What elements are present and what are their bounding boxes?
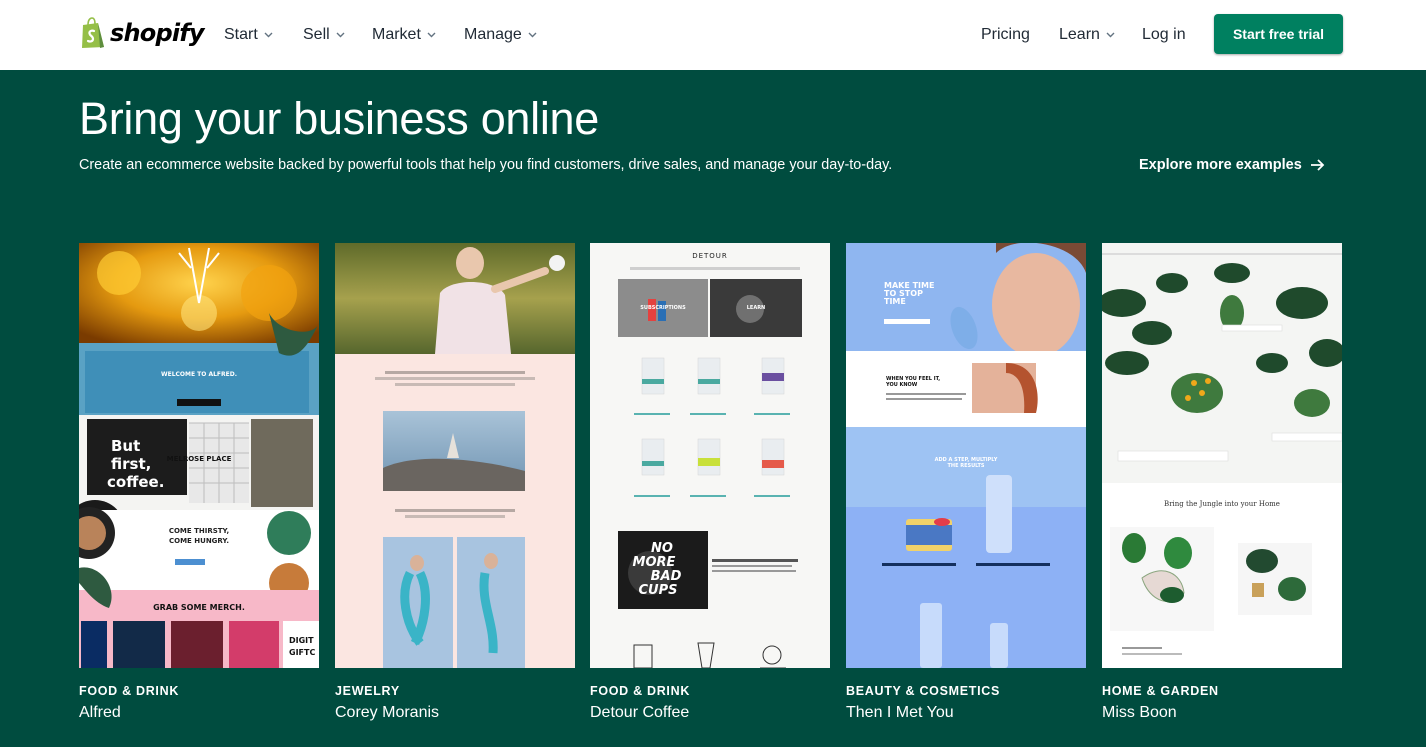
example-thumbnail[interactable]: Bring the Jungle into your Home [1102,243,1342,668]
nav-manage-label: Manage [464,26,522,43]
arrow-right-icon [1310,159,1325,171]
detour-cups-text: CUPS [639,583,678,598]
example-category: BEAUTY & COSMETICS [846,684,1001,698]
login-link[interactable]: Log in [1142,24,1186,46]
example-store-name[interactable]: Miss Boon [1102,704,1177,722]
hero-subtitle: Create an ecommerce website backed by po… [79,157,893,173]
chevron-down-icon [427,32,436,38]
detour-coffee-storefront-preview: DETOUR SUBSCRIPTIONS LEARN NO MORE BAD C… [590,243,830,668]
start-free-trial-button[interactable]: Start free trial [1214,14,1343,54]
alfred-digital-text: DIGIT [289,636,314,645]
detour-bad-text: BAD [651,569,682,584]
shopify-logo[interactable]: shopify [79,16,205,50]
nav-market[interactable]: Market [372,24,436,46]
alfred-merch-text: GRAB SOME MERCH. [153,603,245,612]
missboon-tagline-text: Bring the Jungle into your Home [1164,500,1280,508]
nav-manage[interactable]: Manage [464,24,537,46]
example-thumbnail[interactable]: WELCOME TO ALFRED. But first, coffee. ME… [79,243,319,668]
chevron-down-icon [1106,32,1115,38]
brand-name: shopify [110,19,205,47]
detour-no-text: NO [651,541,673,556]
example-category: FOOD & DRINK [79,684,180,698]
example-category: HOME & GARDEN [1102,684,1219,698]
example-store-name[interactable]: Alfred [79,704,121,722]
example-store-name[interactable]: Then I Met You [846,704,954,722]
timy-you-know-text: YOU KNOW [885,382,918,388]
shopping-bag-icon [82,17,104,48]
alfred-hungry-text: COME HUNGRY. [169,537,229,545]
example-category: JEWELRY [335,684,400,698]
nav-market-label: Market [372,26,421,43]
corey-moranis-storefront-preview [335,243,575,668]
example-thumbnail[interactable] [335,243,575,668]
detour-logo-text: DETOUR [692,252,728,260]
chevron-down-icon [336,32,345,38]
explore-more-label: Explore more examples [1139,157,1302,173]
chevron-down-icon [528,32,537,38]
example-thumbnail[interactable]: DETOUR SUBSCRIPTIONS LEARN NO MORE BAD C… [590,243,830,668]
example-thumbnail[interactable]: MAKE TIME TO STOP TIME WHEN YOU FEEL IT,… [846,243,1086,668]
miss-boon-storefront-preview: Bring the Jungle into your Home [1102,243,1342,668]
example-card-corey-moranis[interactable]: JEWELRY Corey Moranis [335,243,575,721]
top-navigation: shopify Start Sell Market Manage Pricing… [0,0,1426,70]
nav-sell[interactable]: Sell [303,24,345,46]
nav-sell-label: Sell [303,26,330,43]
page-title: Bring your business online [79,93,600,144]
timy-the-results-text: THE RESULTS [947,463,984,469]
example-card-alfred[interactable]: WELCOME TO ALFRED. But first, coffee. ME… [79,243,319,721]
example-category: FOOD & DRINK [590,684,691,698]
alfred-welcome-text: WELCOME TO ALFRED. [161,371,237,378]
alfred-storefront-preview: WELCOME TO ALFRED. But first, coffee. ME… [79,243,319,668]
alfred-thirsty-text: COME THIRSTY, [169,527,229,535]
alfred-giftc-text: GIFTC [289,648,315,657]
detour-subscriptions-text: SUBSCRIPTIONS [640,305,686,311]
example-store-name[interactable]: Detour Coffee [590,704,689,722]
nav-learn[interactable]: Learn [1059,24,1115,46]
alfred-melrose-text: MELROSE PLACE [167,455,232,463]
nav-start-label: Start [224,26,258,43]
alfred-coffee-text: coffee. [107,473,164,491]
example-card-detour-coffee[interactable]: DETOUR SUBSCRIPTIONS LEARN NO MORE BAD C… [590,243,830,721]
explore-more-examples-link[interactable]: Explore more examples [1139,156,1325,174]
example-card-miss-boon[interactable]: Bring the Jungle into your Home HOME & G… [1102,243,1342,721]
then-i-met-you-storefront-preview: MAKE TIME TO STOP TIME WHEN YOU FEEL IT,… [846,243,1086,668]
alfred-but-text: But [111,437,140,455]
example-store-name[interactable]: Corey Moranis [335,704,439,722]
timy-time-text: TIME [884,297,906,306]
nav-learn-label: Learn [1059,26,1100,43]
detour-learn-text: LEARN [747,305,766,311]
alfred-first-text: first, [111,455,151,473]
nav-start[interactable]: Start [224,24,273,46]
example-card-then-i-met-you[interactable]: MAKE TIME TO STOP TIME WHEN YOU FEEL IT,… [846,243,1086,721]
nav-pricing-link[interactable]: Pricing [981,24,1030,46]
detour-more-text: MORE [633,555,676,570]
chevron-down-icon [264,32,273,38]
